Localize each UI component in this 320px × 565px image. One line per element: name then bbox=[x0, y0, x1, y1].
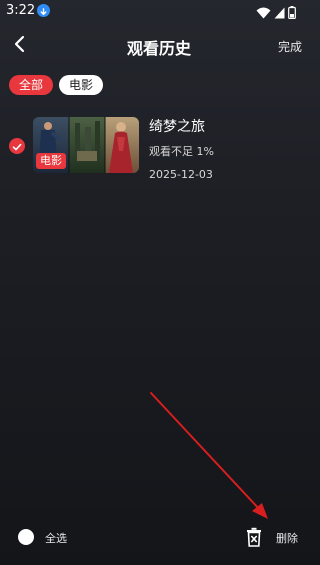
filter-chip-all[interactable]: 全部 bbox=[9, 75, 54, 95]
select-all-label[interactable]: 全选 bbox=[45, 530, 67, 546]
delete-label: 删除 bbox=[276, 532, 298, 545]
trash-icon bbox=[246, 527, 262, 547]
status-icons bbox=[256, 4, 296, 23]
check-icon bbox=[12, 137, 22, 156]
header: 观看历史 完成 bbox=[0, 28, 318, 64]
filter-tabs: 全部 电影 bbox=[9, 75, 104, 95]
filter-chip-movie[interactable]: 电影 bbox=[59, 75, 104, 95]
done-button[interactable]: 完成 bbox=[278, 38, 302, 55]
download-icon bbox=[37, 4, 50, 17]
signal-icon bbox=[274, 4, 285, 23]
item-progress: 观看不足 1% bbox=[149, 145, 214, 158]
item-title: 绮梦之旅 bbox=[149, 119, 205, 135]
item-checkbox[interactable] bbox=[9, 138, 25, 154]
bottom-action-bar: 全选 删除 bbox=[0, 520, 318, 556]
page-title: 观看历史 bbox=[126, 39, 191, 58]
history-item[interactable]: 电影 绮梦之旅 观看不足 1% 2025-12-03 bbox=[0, 112, 318, 182]
item-date: 2025-12-03 bbox=[149, 168, 213, 181]
category-tag: 电影 bbox=[36, 153, 66, 169]
delete-button[interactable]: 删除 bbox=[246, 526, 308, 550]
status-bar: 3:22 bbox=[0, 0, 318, 22]
wifi-icon bbox=[256, 4, 271, 23]
status-time: 3:22 bbox=[6, 3, 36, 18]
battery-icon bbox=[288, 4, 296, 23]
select-all-radio[interactable] bbox=[18, 529, 34, 545]
